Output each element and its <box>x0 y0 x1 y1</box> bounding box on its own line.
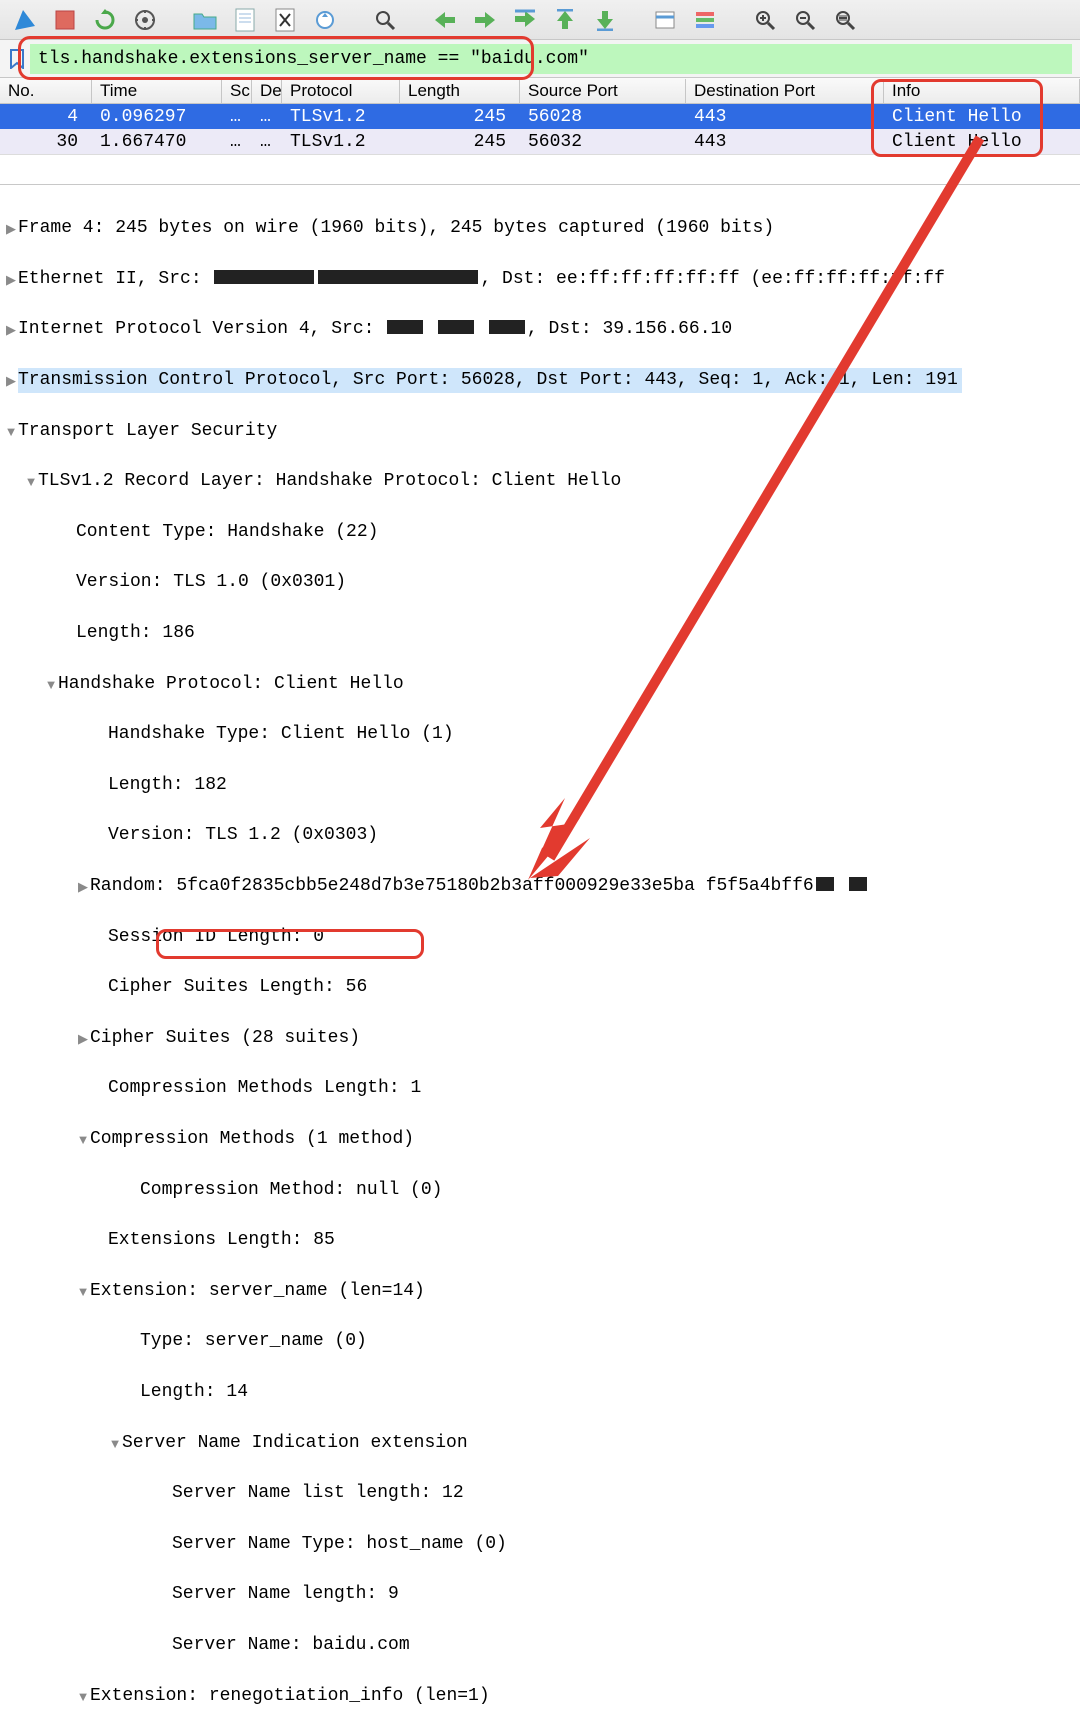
tree-sname[interactable]: Server Name: baidu.com <box>172 1633 410 1658</box>
col-src[interactable]: Sc <box>222 79 252 103</box>
tree-snlen[interactable]: Length: 14 <box>140 1380 248 1405</box>
col-info[interactable]: Info <box>884 79 1080 103</box>
save-icon[interactable] <box>230 5 260 35</box>
cell-len: 245 <box>400 131 520 153</box>
col-proto[interactable]: Protocol <box>282 79 400 103</box>
collapse-icon[interactable]: ▼ <box>44 672 58 697</box>
tree-len1[interactable]: Length: 186 <box>76 621 195 646</box>
expand-icon[interactable]: ▶ <box>4 216 18 241</box>
tree-snl[interactable]: Server Name length: 9 <box>172 1582 399 1607</box>
zoom-reset-icon[interactable] <box>830 5 860 35</box>
tree-hstype[interactable]: Handshake Type: Client Hello (1) <box>108 722 454 747</box>
jump-icon[interactable] <box>510 5 540 35</box>
cell-time: 1.667470 <box>92 131 222 153</box>
colorize-icon[interactable] <box>690 5 720 35</box>
packet-list-header: No. Time Sc De Protocol Length Source Po… <box>0 78 1080 104</box>
tree-rand[interactable]: Random: 5fca0f2835cbb5e248d7b3e75180b2b3… <box>90 874 869 899</box>
tree-sni[interactable]: Server Name Indication extension <box>122 1431 468 1456</box>
cell-sprt: 56032 <box>520 131 686 153</box>
cell-dst: … <box>252 131 282 153</box>
tree-cm[interactable]: Compression Methods (1 method) <box>90 1127 414 1152</box>
collapse-icon[interactable]: ▼ <box>76 1127 90 1152</box>
collapse-icon[interactable]: ▼ <box>24 469 38 494</box>
tree-cslen[interactable]: Cipher Suites Length: 56 <box>108 975 367 1000</box>
tree-cs[interactable]: Cipher Suites (28 suites) <box>90 1026 360 1051</box>
filter-bar <box>0 40 1080 78</box>
collapse-icon[interactable]: ▼ <box>108 1431 122 1456</box>
cell-no: 4 <box>0 106 92 128</box>
tree-hslen[interactable]: Length: 182 <box>108 773 227 798</box>
stop-icon[interactable] <box>50 5 80 35</box>
tree-hs[interactable]: Handshake Protocol: Client Hello <box>58 672 404 697</box>
expand-icon[interactable]: ▶ <box>4 267 18 292</box>
tree-eth[interactable]: Ethernet II, Src: , Dst: ee:ff:ff:ff:ff:… <box>18 267 945 292</box>
col-dst[interactable]: De <box>252 79 282 103</box>
tree-extreneg[interactable]: Extension: renegotiation_info (len=1) <box>90 1684 490 1709</box>
tree-cmlen[interactable]: Compression Methods Length: 1 <box>108 1076 421 1101</box>
tree-ctype[interactable]: Content Type: Handshake (22) <box>76 520 378 545</box>
open-icon[interactable] <box>190 5 220 35</box>
packet-row[interactable]: 4 0.096297 … … TLSv1.2 245 56028 443 Cli… <box>0 104 1080 129</box>
cell-dst: … <box>252 106 282 128</box>
col-time[interactable]: Time <box>92 79 222 103</box>
cell-len: 245 <box>400 106 520 128</box>
last-icon[interactable] <box>590 5 620 35</box>
cell-dprt: 443 <box>686 106 884 128</box>
tree-extlen[interactable]: Extensions Length: 85 <box>108 1228 335 1253</box>
restart-icon[interactable] <box>90 5 120 35</box>
cell-info: Client Hello <box>884 131 1080 153</box>
cell-src: … <box>222 106 252 128</box>
cell-info: Client Hello <box>884 106 1080 128</box>
reload-icon[interactable] <box>310 5 340 35</box>
tree-tls[interactable]: Transport Layer Security <box>18 419 277 444</box>
tree-ver2[interactable]: Version: TLS 1.2 (0x0303) <box>108 823 378 848</box>
cell-prot: TLSv1.2 <box>282 131 400 153</box>
tree-cmnull[interactable]: Compression Method: null (0) <box>140 1178 442 1203</box>
col-len[interactable]: Length <box>400 79 520 103</box>
tree-ip[interactable]: Internet Protocol Version 4, Src: , Dst:… <box>18 317 732 342</box>
tree-frame[interactable]: Frame 4: 245 bytes on wire (1960 bits), … <box>18 216 774 241</box>
collapse-icon[interactable]: ▼ <box>76 1279 90 1304</box>
packet-row[interactable]: 30 1.667470 … … TLSv1.2 245 56032 443 Cl… <box>0 129 1080 154</box>
tree-tcp[interactable]: Transmission Control Protocol, Src Port:… <box>18 368 962 393</box>
packet-details-tree[interactable]: ▶Frame 4: 245 bytes on wire (1960 bits),… <box>0 184 1080 1734</box>
expand-icon[interactable]: ▶ <box>76 1026 90 1051</box>
cell-prot: TLSv1.2 <box>282 106 400 128</box>
collapse-icon[interactable]: ▼ <box>4 419 18 444</box>
back-icon[interactable] <box>430 5 460 35</box>
forward-icon[interactable] <box>470 5 500 35</box>
col-sport[interactable]: Source Port <box>520 79 686 103</box>
cell-src: … <box>222 131 252 153</box>
tree-sidlen[interactable]: Session ID Length: 0 <box>108 925 324 950</box>
tree-snlist[interactable]: Server Name list length: 12 <box>172 1481 464 1506</box>
cell-time: 0.096297 <box>92 106 222 128</box>
cell-sprt: 56028 <box>520 106 686 128</box>
display-filter-input[interactable] <box>30 44 1072 74</box>
cell-no: 30 <box>0 131 92 153</box>
tree-record[interactable]: TLSv1.2 Record Layer: Handshake Protocol… <box>38 469 621 494</box>
options-icon[interactable] <box>130 5 160 35</box>
tree-snt[interactable]: Server Name Type: host_name (0) <box>172 1532 507 1557</box>
fin-icon[interactable] <box>10 5 40 35</box>
expand-icon[interactable]: ▶ <box>4 317 18 342</box>
bookmark-icon[interactable] <box>8 48 26 70</box>
col-no[interactable]: No. <box>0 79 92 103</box>
close-icon[interactable] <box>270 5 300 35</box>
autoscroll-icon[interactable] <box>650 5 680 35</box>
collapse-icon[interactable]: ▼ <box>76 1684 90 1709</box>
tree-ver1[interactable]: Version: TLS 1.0 (0x0301) <box>76 570 346 595</box>
expand-icon[interactable]: ▶ <box>76 874 90 899</box>
tree-extsn[interactable]: Extension: server_name (len=14) <box>90 1279 425 1304</box>
find-icon[interactable] <box>370 5 400 35</box>
zoom-in-icon[interactable] <box>750 5 780 35</box>
zoom-out-icon[interactable] <box>790 5 820 35</box>
first-icon[interactable] <box>550 5 580 35</box>
col-dport[interactable]: Destination Port <box>686 79 884 103</box>
cell-dprt: 443 <box>686 131 884 153</box>
expand-icon[interactable]: ▶ <box>4 368 18 393</box>
main-toolbar <box>0 0 1080 40</box>
tree-sntype[interactable]: Type: server_name (0) <box>140 1329 367 1354</box>
